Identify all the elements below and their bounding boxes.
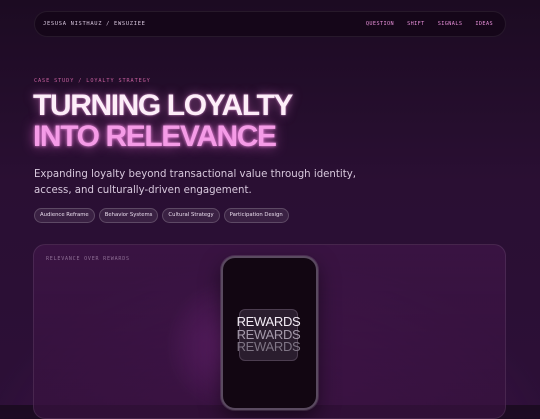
title-line-1: TURNING LOYALTY bbox=[33, 89, 293, 122]
tag-audience-reframe: Audience Reframe bbox=[34, 208, 95, 223]
eyebrow-label: CASE STUDY / LOYALTY STRATEGY bbox=[34, 78, 151, 84]
tag-list: Audience Reframe Behavior Systems Cultur… bbox=[34, 208, 289, 223]
nav-link-question[interactable]: QUESTION bbox=[366, 21, 394, 27]
intro-paragraph: Expanding loyalty beyond transactional v… bbox=[34, 169, 356, 196]
tag-participation-design: Participation Design bbox=[223, 208, 289, 223]
tag-behavior-systems: Behavior Systems bbox=[98, 208, 159, 223]
visual-panel: RELEVANCE OVER REWARDS REWARDS REWARDS R… bbox=[33, 244, 506, 419]
site-brand[interactable]: JESUSA NISTHAUZ / EWSUZIEE bbox=[43, 21, 146, 27]
rewards-card: REWARDS REWARDS REWARDS bbox=[236, 309, 301, 361]
top-nav: JESUSA NISTHAUZ / EWSUZIEE QUESTION SHIF… bbox=[34, 11, 506, 37]
nav-links: QUESTION SHIFT SIGNALS IDEAS bbox=[366, 21, 493, 27]
page-title: TURNING LOYALTY INTO RELEVANCE bbox=[33, 89, 293, 153]
phone-mockup: REWARDS REWARDS REWARDS bbox=[221, 256, 318, 410]
rewards-word-3: REWARDS bbox=[236, 339, 301, 355]
nav-link-signals[interactable]: SIGNALS bbox=[438, 21, 463, 27]
title-line-2: INTO RELEVANCE bbox=[33, 120, 277, 153]
tag-cultural-strategy: Cultural Strategy bbox=[162, 208, 220, 223]
nav-link-shift[interactable]: SHIFT bbox=[407, 21, 425, 27]
panel-label: RELEVANCE OVER REWARDS bbox=[46, 256, 130, 262]
nav-link-ideas[interactable]: IDEAS bbox=[475, 21, 493, 27]
